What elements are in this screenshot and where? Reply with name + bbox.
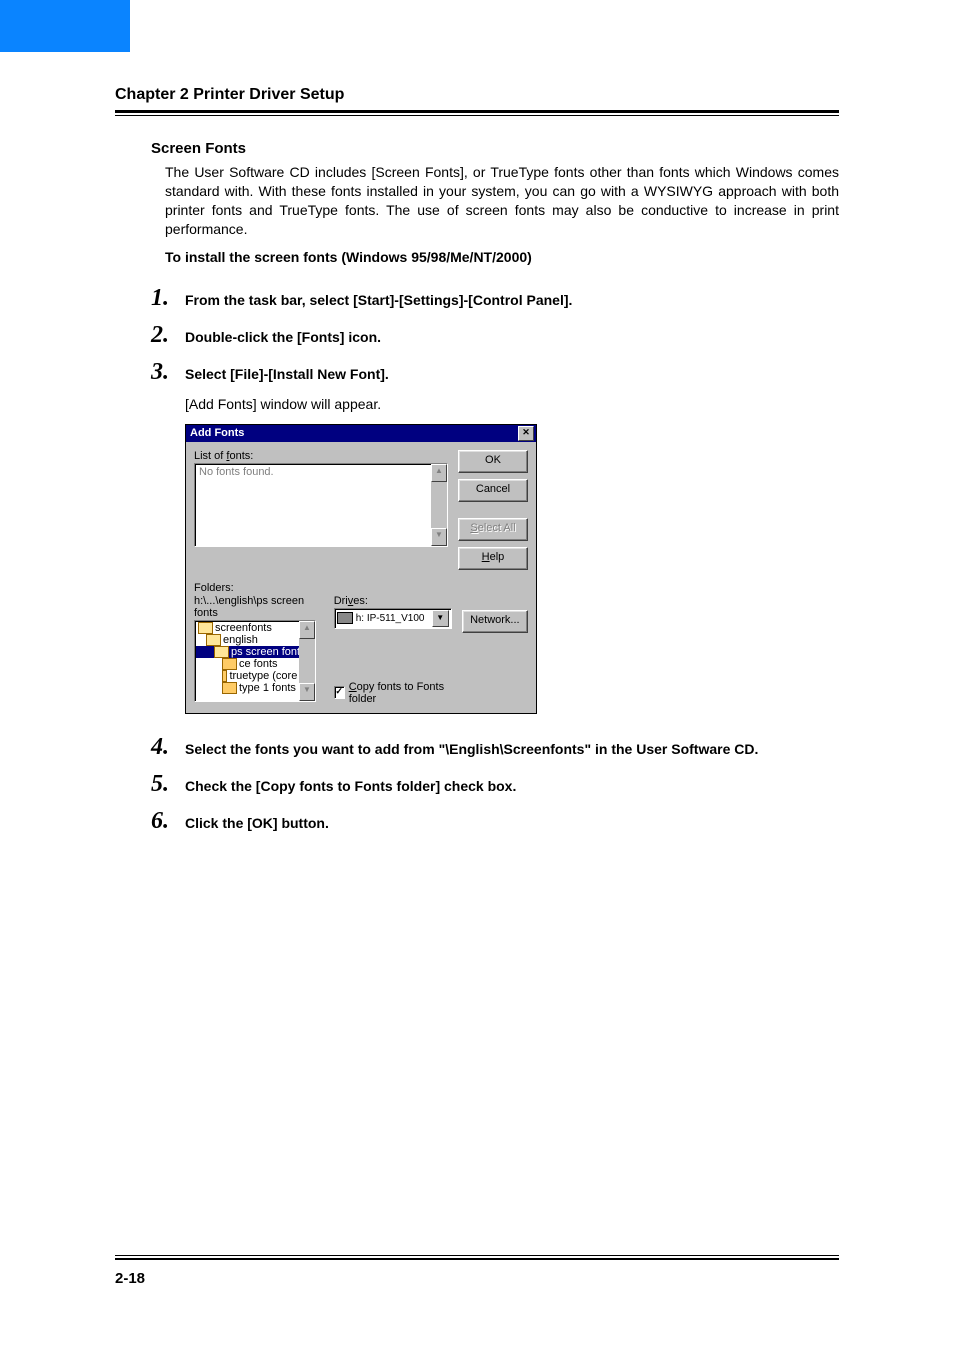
chapter-title: Chapter 2 Printer Driver Setup <box>115 86 839 104</box>
drive-icon <box>337 612 353 624</box>
tree-scrollbar[interactable]: ▲ ▼ <box>299 621 315 701</box>
list-of-fonts-label: List of fonts: <box>194 450 448 462</box>
select-all-button: Select All <box>458 518 528 541</box>
step-text: Click the [OK] button. <box>185 813 329 831</box>
folder-icon <box>214 646 229 658</box>
step-text: From the task bar, select [Start]-[Setti… <box>185 290 572 308</box>
help-button[interactable]: Help <box>458 547 528 570</box>
network-button[interactable]: Network... <box>462 610 528 633</box>
copy-fonts-checkbox[interactable]: ✓ <box>334 686 345 699</box>
install-heading: To install the screen fonts (Windows 95/… <box>165 249 839 265</box>
folder-tree[interactable]: screenfonts english ps screen fonts ce f… <box>194 620 316 702</box>
add-fonts-dialog: Add Fonts ✕ List of fonts: No fonts foun… <box>185 424 537 714</box>
step-number: 1. <box>151 285 185 312</box>
folder-icon <box>222 682 237 694</box>
step-number: 3. <box>151 359 185 386</box>
listbox-scrollbar[interactable]: ▲ ▼ <box>431 464 447 546</box>
scroll-up-icon[interactable]: ▲ <box>299 621 315 639</box>
list-empty-text: No fonts found. <box>199 466 274 478</box>
header-rule <box>115 110 839 116</box>
chevron-down-icon[interactable]: ▼ <box>432 610 449 627</box>
section-title: Screen Fonts <box>151 140 839 157</box>
copy-fonts-label: Copy fonts to Fonts folder <box>349 681 452 705</box>
cancel-button[interactable]: Cancel <box>458 479 528 502</box>
scroll-up-icon[interactable]: ▲ <box>431 464 447 482</box>
folder-icon <box>198 622 213 634</box>
page-number: 2-18 <box>115 1270 839 1287</box>
step-2: 2. Double-click the [Fonts] icon. <box>151 322 839 349</box>
folder-icon <box>222 658 237 670</box>
step-text: Double-click the [Fonts] icon. <box>185 327 381 345</box>
folder-icon <box>206 634 221 646</box>
ok-button[interactable]: OK <box>458 450 528 473</box>
step-4: 4. Select the fonts you want to add from… <box>151 734 839 761</box>
close-icon[interactable]: ✕ <box>518 426 534 441</box>
fonts-listbox[interactable]: No fonts found. ▲ ▼ <box>194 463 448 547</box>
step-number: 4. <box>151 734 185 761</box>
step-text: Select the fonts you want to add from "\… <box>185 739 839 757</box>
intro-paragraph: The User Software CD includes [Screen Fo… <box>165 163 839 239</box>
drives-label: Drives: <box>334 595 452 607</box>
step-3: 3. Select [File]-[Install New Font]. <box>151 359 839 386</box>
drives-dropdown[interactable]: h: IP-511_V100 ▼ <box>334 608 452 629</box>
step-3-note: [Add Fonts] window will appear. <box>185 396 839 412</box>
scroll-down-icon[interactable]: ▼ <box>299 683 315 701</box>
step-6: 6. Click the [OK] button. <box>151 808 839 835</box>
folders-label: Folders: <box>194 582 324 594</box>
folders-path: h:\...\english\ps screen fonts <box>194 595 324 619</box>
step-1: 1. From the task bar, select [Start]-[Se… <box>151 285 839 312</box>
step-text: Select [File]-[Install New Font]. <box>185 364 389 382</box>
dialog-title: Add Fonts <box>190 427 244 439</box>
footer-rule <box>115 1255 839 1260</box>
step-number: 6. <box>151 808 185 835</box>
dialog-titlebar: Add Fonts ✕ <box>186 425 536 442</box>
step-text: Check the [Copy fonts to Fonts folder] c… <box>185 776 516 794</box>
step-5: 5. Check the [Copy fonts to Fonts folder… <box>151 771 839 798</box>
step-number: 2. <box>151 322 185 349</box>
step-number: 5. <box>151 771 185 798</box>
scroll-down-icon[interactable]: ▼ <box>431 528 447 546</box>
folder-icon <box>222 670 227 682</box>
